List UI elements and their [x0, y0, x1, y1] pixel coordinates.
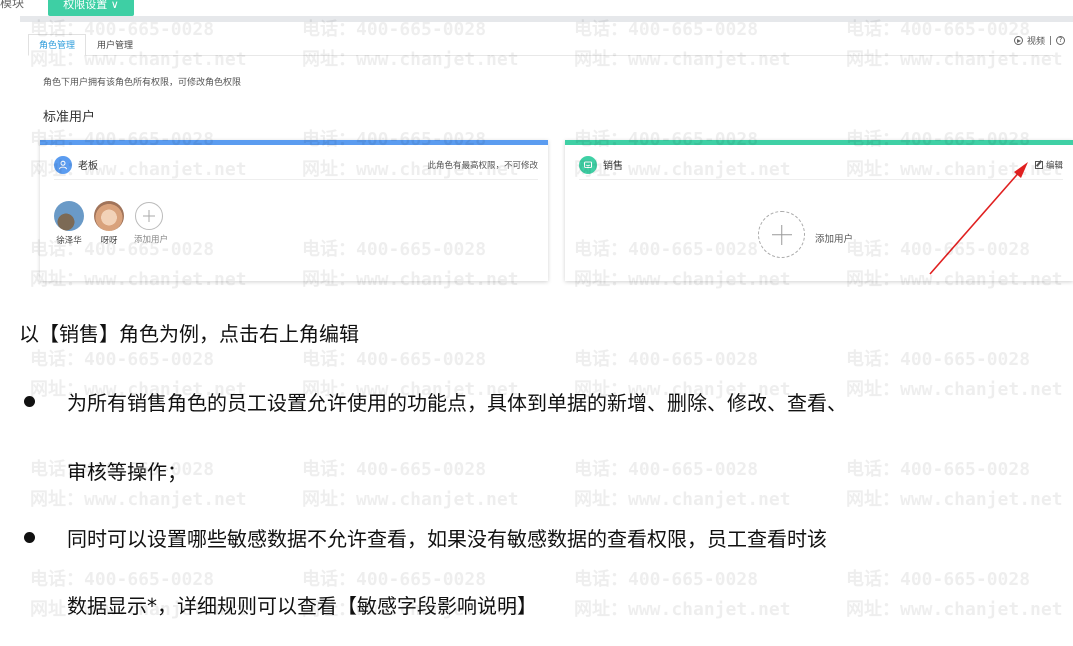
bullet-text-line: 同时可以设置哪些敏感数据不允许查看，如果没有敏感数据的查看权限，员工查看时该 — [67, 527, 827, 551]
watermark: 电话：400-665-0028网址：www.chanjet.net — [574, 569, 791, 620]
watermark: 电话：400-665-0028网址：www.chanjet.net — [846, 349, 1063, 400]
bullet-text-line: 审核等操作； — [67, 460, 187, 484]
permission-settings-button[interactable]: 权限设置 ∨ — [48, 0, 134, 16]
watermark: 电话：400-665-0028网址：www.chanjet.net — [302, 459, 519, 510]
watermark: 电话：400-665-0028网址：www.chanjet.net — [846, 459, 1063, 510]
bullet-icon — [24, 396, 35, 407]
bullet-text-line: 数据显示*，详细规则可以查看【敏感字段影响说明】 — [67, 594, 537, 618]
red-arrow-annotation — [929, 162, 1028, 275]
bullet-icon — [24, 532, 35, 543]
instruction-caption: 以【销售】角色为例，点击右上角编辑 — [19, 322, 359, 346]
top-left-text: 模块 — [0, 0, 25, 10]
watermark: 电话：400-665-0028网址：www.chanjet.net — [846, 569, 1063, 620]
role-management-panel: 角色管理 用户管理 视频 | ? 角色下用户拥有该角色所有权限，可修改角色权限 … — [20, 22, 1073, 290]
top-strip: 模块 权限设置 ∨ — [0, 0, 1073, 22]
watermark: 电话：400-665-0028网址：www.chanjet.net — [574, 459, 791, 510]
bullet-text-line: 为所有销售角色的员工设置允许使用的功能点，具体到单据的新增、删除、修改、查看、 — [67, 391, 847, 415]
